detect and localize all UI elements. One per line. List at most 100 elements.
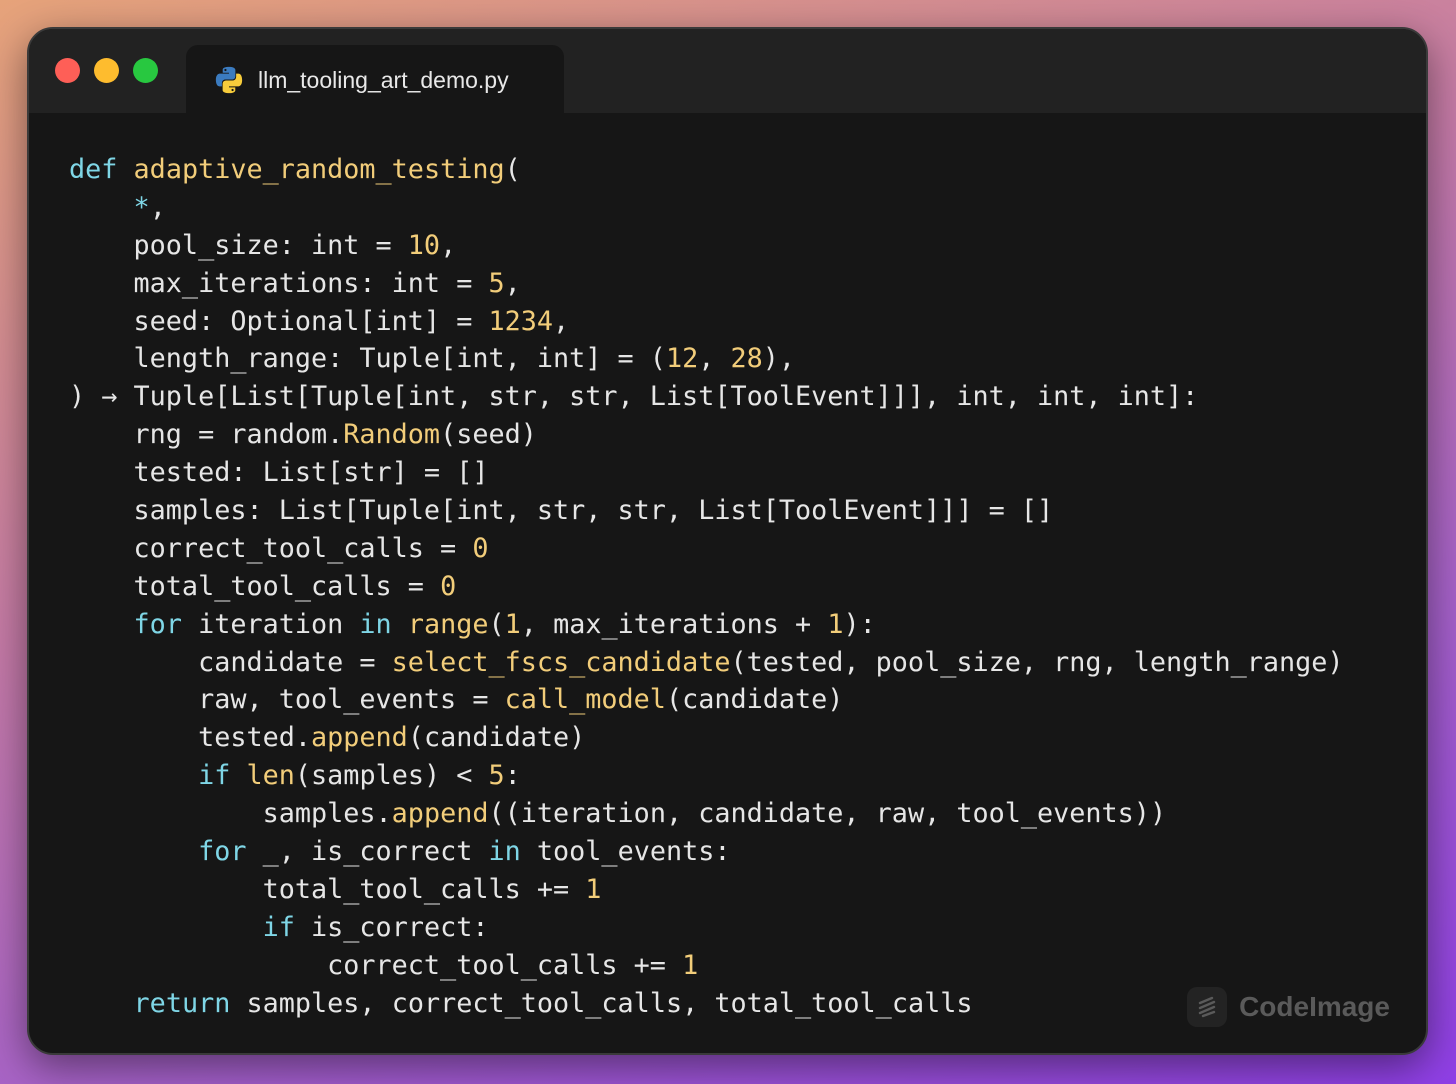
code-token: 1 [585, 873, 602, 905]
code-token: , [149, 191, 166, 223]
code-token: tested. [69, 722, 311, 754]
code-line: if len(samples) < 5: [69, 757, 1344, 795]
code-window: llm_tooling_art_demo.py def adaptive_ran… [27, 27, 1428, 1055]
code-token: (tested, pool_size, rng, length_range) [730, 646, 1344, 678]
code-token: in [359, 608, 392, 640]
file-tab[interactable]: llm_tooling_art_demo.py [186, 45, 564, 115]
code-token: (seed) [440, 419, 537, 451]
code-token: max_iterations: int = [69, 267, 489, 299]
code-line: tested: List[str] = [] [69, 454, 1344, 492]
code-token: ( [504, 154, 521, 185]
file-tab-label: llm_tooling_art_demo.py [258, 66, 509, 93]
code-token: 5 [488, 760, 505, 792]
code-line: for _, is_correct in tool_events: [69, 833, 1344, 871]
code-token: (candidate) [665, 684, 844, 716]
code-token: is_correct: [294, 911, 489, 943]
code-token: for [133, 608, 182, 640]
code-line: def adaptive_random_testing( [69, 151, 1344, 189]
code-token: def [69, 154, 118, 185]
code-line: ) → Tuple[List[Tuple[int, str, str, List… [69, 378, 1344, 416]
code-token: rng = random. [69, 419, 344, 451]
code-line: samples.append((iteration, candidate, ra… [69, 795, 1344, 833]
code-token: candidate = [69, 646, 392, 678]
code-token: tool_events: [520, 836, 731, 868]
code-token: 12 [665, 343, 699, 375]
code-token: pool_size: int = [69, 229, 408, 261]
code-line: length_range: Tuple[int, int] = (12, 28)… [69, 340, 1344, 378]
code-token: samples. [69, 798, 392, 830]
code-token: 28 [730, 343, 763, 375]
code-token: ) → Tuple[List[Tuple[int, str, str, List… [69, 381, 1199, 413]
code-editor[interactable]: def adaptive_random_testing( *, pool_siz… [69, 151, 1344, 1022]
code-token: (candidate) [407, 722, 586, 754]
title-bar: llm_tooling_art_demo.py [29, 29, 1426, 115]
code-line: for iteration in range(1, max_iterations… [69, 606, 1344, 644]
maximize-window-button[interactable] [133, 58, 158, 83]
code-token: 1 [504, 608, 521, 640]
code-token: 10 [407, 229, 441, 261]
code-token: if [198, 760, 231, 792]
code-line: rng = random.Random(seed) [69, 416, 1344, 454]
python-icon [215, 66, 243, 94]
minimize-window-button[interactable] [94, 58, 119, 83]
code-token: select_fscs_candidate [391, 646, 731, 678]
code-token: ): [843, 608, 876, 640]
code-line: total_tool_calls = 0 [69, 568, 1344, 606]
watermark-label: CodeImage [1239, 991, 1390, 1022]
code-token: total_tool_calls += [69, 873, 586, 905]
code-token: append [311, 722, 408, 754]
code-token: append [391, 798, 489, 830]
code-token: adaptive_random_testing [133, 154, 505, 185]
code-token: correct_tool_calls = [69, 532, 473, 564]
code-token: , [504, 267, 521, 299]
code-token: Random [343, 419, 441, 451]
code-token: 0 [440, 570, 457, 602]
code-token: 0 [472, 532, 489, 564]
code-token: samples: List[Tuple[int, str, str, List[… [69, 495, 1054, 527]
code-line: *, [69, 189, 1344, 227]
code-token: iteration [181, 608, 360, 640]
code-token: 5 [488, 267, 505, 299]
code-token: , [698, 343, 731, 375]
code-token: , [553, 305, 570, 337]
code-token: length_range: Tuple[int, int] = ( [69, 343, 666, 375]
code-token: 1 [827, 608, 844, 640]
code-token: * [133, 191, 150, 223]
code-token: seed: Optional[int] = [69, 305, 489, 337]
code-line: correct_tool_calls = 0 [69, 530, 1344, 568]
code-line: return samples, correct_tool_calls, tota… [69, 985, 1344, 1023]
code-line: if is_correct: [69, 909, 1344, 947]
code-token: (samples) < [294, 760, 489, 792]
code-line: pool_size: int = 10, [69, 227, 1344, 265]
close-window-button[interactable] [55, 58, 80, 83]
code-token: return [133, 987, 231, 1019]
code-token: total_tool_calls = [69, 570, 441, 602]
code-token: samples, correct_tool_calls, total_tool_… [230, 987, 973, 1019]
code-token: , [440, 229, 457, 261]
code-token: ), [762, 343, 796, 375]
code-line: raw, tool_events = call_model(candidate) [69, 681, 1344, 719]
code-token: in [488, 836, 521, 868]
code-line: samples: List[Tuple[int, str, str, List[… [69, 492, 1344, 530]
codeimage-logo-icon [1187, 987, 1228, 1027]
code-line: correct_tool_calls += 1 [69, 947, 1344, 985]
code-line: max_iterations: int = 5, [69, 265, 1344, 303]
code-line: total_tool_calls += 1 [69, 871, 1344, 909]
code-token: if [262, 911, 295, 943]
code-token: ( [488, 608, 505, 640]
code-token: , max_iterations + [520, 608, 828, 640]
code-token: 1234 [488, 305, 554, 337]
code-token: range [407, 608, 489, 640]
code-token: call_model [504, 684, 666, 716]
code-token: _, is_correct [246, 836, 489, 868]
code-line: tested.append(candidate) [69, 719, 1344, 757]
code-token: for [198, 836, 247, 868]
